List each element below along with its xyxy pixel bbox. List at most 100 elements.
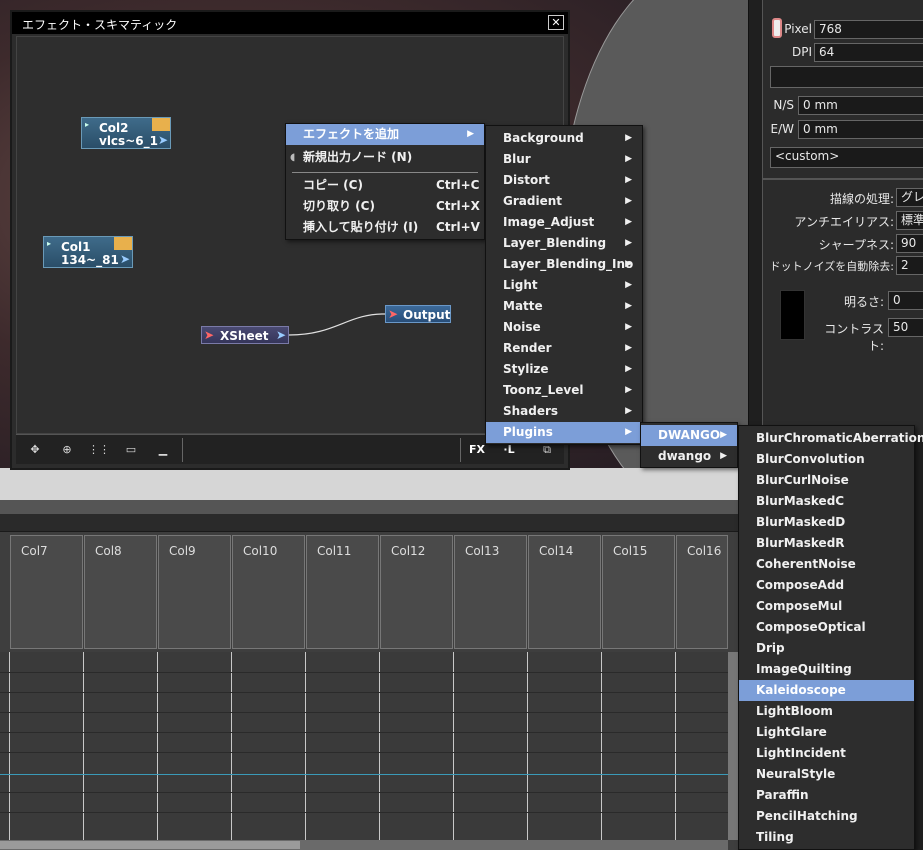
menu-item-render[interactable]: Render ▶ [486, 338, 642, 359]
close-icon[interactable]: ✕ [548, 15, 564, 30]
xsheet-horizontal-scrollbar[interactable] [0, 840, 728, 850]
dot-noise-field[interactable]: 2 [896, 256, 923, 275]
menu-item-effect[interactable]: BlurChromaticAberration [739, 428, 923, 449]
column-header[interactable]: Col7 [10, 535, 83, 649]
menu-item-effect[interactable]: ComposeOptical [739, 617, 914, 638]
column-header[interactable]: Col14 [528, 535, 601, 649]
menu-item-effect[interactable]: Paraffin [739, 785, 914, 806]
column-header[interactable]: Col16 [676, 535, 728, 649]
column-node-col2[interactable]: ▸ Col2 vlcs~6_1 ➤ [81, 117, 171, 149]
submenu-arrow-icon: ▶ [625, 406, 632, 416]
normal-size-icon[interactable]: ▭ [120, 441, 142, 459]
input-port-icon[interactable]: ➤ [388, 307, 398, 321]
menu-item-image-adjust[interactable]: Image_Adjust ▶ [486, 212, 642, 233]
menu-item-stylize[interactable]: Stylize ▶ [486, 359, 642, 380]
menu-item-matte[interactable]: Matte ▶ [486, 296, 642, 317]
xsheet-panel: Col7 Col8 Col9 Col10 Col11 Col12 Col13 C… [0, 500, 748, 850]
column-header[interactable]: Col10 [232, 535, 305, 649]
column-header[interactable]: Col11 [306, 535, 379, 649]
menu-item-effect[interactable]: LightBloom [739, 701, 914, 722]
menu-item-layer-blending-ino[interactable]: Layer_Blending_Ino ▶ [486, 254, 642, 275]
submenu-arrow-icon: ▶ [720, 451, 727, 461]
menu-item-paste-insert[interactable]: 挿入して貼り付け (I) Ctrl+V [286, 217, 484, 238]
menu-separator [292, 172, 478, 173]
menu-item-effect[interactable]: BlurConvolution [739, 449, 914, 470]
menu-item-cut[interactable]: 切り取り (C) Ctrl+X [286, 196, 484, 217]
menu-item-label: Layer_Blending [503, 236, 607, 250]
menu-item-background[interactable]: Background ▶ [486, 128, 642, 149]
menu-item-effect[interactable]: CoherentNoise [739, 554, 914, 575]
menu-item-plugins[interactable]: Plugins ▶ [486, 422, 642, 443]
scrollbar-thumb[interactable] [0, 841, 300, 849]
fit-to-window-icon[interactable]: ✥ [24, 441, 46, 459]
toolbar-divider [182, 438, 183, 462]
pixel-label: Pixel [784, 22, 812, 36]
menu-item-light[interactable]: Light ▶ [486, 275, 642, 296]
output-port-icon[interactable]: ➤ [158, 133, 168, 147]
menu-item-toonz-level[interactable]: Toonz_Level ▶ [486, 380, 642, 401]
menu-item-effect[interactable]: BlurMaskedD [739, 512, 914, 533]
menu-item-effect[interactable]: NeuralStyle [739, 764, 914, 785]
menu-item-shaders[interactable]: Shaders ▶ [486, 401, 642, 422]
menu-item-blur[interactable]: Blur ▶ [486, 149, 642, 170]
sharpness-field[interactable]: 90 [896, 234, 923, 253]
menu-item-layer-blending[interactable]: Layer_Blending ▶ [486, 233, 642, 254]
menu-item-effect[interactable]: LightGlare [739, 722, 914, 743]
menu-item-effect[interactable]: BlurMaskedR [739, 533, 914, 554]
plugins-menu: DWANGO ▶ dwango ▶ [640, 422, 738, 468]
column-header[interactable]: Col12 [380, 535, 453, 649]
menu-item-effect[interactable]: Tiling [739, 827, 914, 848]
menu-item-new-output[interactable]: ◖ 新規出力ノード (N) [286, 147, 484, 168]
row-divider [0, 812, 728, 813]
pixel-field[interactable]: 768 [814, 20, 923, 39]
dpi-field[interactable]: 64 [814, 43, 923, 62]
output-port-icon[interactable]: ➤ [120, 252, 130, 266]
menu-item-effect[interactable]: Drip [739, 638, 914, 659]
menu-item-copy[interactable]: コピー (C) Ctrl+C [286, 175, 484, 196]
output-node[interactable]: ➤ Output [385, 305, 451, 323]
input-port-icon[interactable]: ➤ [204, 328, 214, 342]
menu-item-effect[interactable]: ComposeAdd [739, 575, 914, 596]
menu-item-label: エフェクトを追加 [303, 127, 400, 141]
output-node-icon: ◖ [290, 152, 296, 163]
output-port-icon[interactable]: ➤ [276, 328, 286, 342]
minimize-nodes-icon[interactable]: ▁ [152, 441, 174, 459]
menu-item-effect[interactable]: BlurCurlNoise [739, 470, 914, 491]
antialias-dropdown[interactable]: 標準 [896, 211, 923, 230]
menu-item-distort[interactable]: Distort ▶ [486, 170, 642, 191]
menu-item-effect[interactable]: LightIncident [739, 743, 914, 764]
column-header[interactable]: Col15 [602, 535, 675, 649]
reorder-nodes-icon[interactable]: ⋮⋮ [88, 441, 110, 459]
ns-field[interactable]: 0 mm [798, 96, 923, 115]
render-toggle-icon[interactable] [152, 118, 170, 131]
menu-item-dwango-lower[interactable]: dwango ▶ [641, 446, 737, 467]
menu-item-effect[interactable]: BlurMaskedC [739, 491, 914, 512]
submenu-arrow-icon: ▶ [467, 129, 474, 139]
render-toggle-icon[interactable] [114, 237, 132, 250]
column-header[interactable]: Col8 [84, 535, 157, 649]
menu-item-effect[interactable]: ImageQuilting [739, 659, 914, 680]
background-band [0, 468, 760, 500]
menu-item-effect-selected[interactable]: Kaleidoscope [739, 680, 914, 701]
menu-item-label: DWANGO [658, 428, 721, 442]
xsheet-cells[interactable] [0, 652, 728, 840]
column-node-col1[interactable]: ▸ Col1 134~_81 ➤ [43, 236, 133, 268]
menu-item-label: Image_Adjust [503, 215, 595, 229]
column-header[interactable]: Col13 [454, 535, 527, 649]
menu-item-noise[interactable]: Noise ▶ [486, 317, 642, 338]
menu-item-add-effect[interactable]: エフェクトを追加 ▶ [286, 124, 484, 145]
menu-item-dwango-upper[interactable]: DWANGO ▶ [641, 425, 737, 446]
focus-current-icon[interactable]: ⊕ [56, 441, 78, 459]
column-header[interactable]: Col9 [158, 535, 231, 649]
menu-item-effect[interactable]: ComposeMul [739, 596, 914, 617]
preset-dropdown[interactable]: <custom> [770, 147, 923, 168]
ew-field[interactable]: 0 mm [798, 120, 923, 139]
xsheet-vertical-scrollbar[interactable] [728, 652, 738, 840]
menu-item-gradient[interactable]: Gradient ▶ [486, 191, 642, 212]
line-process-dropdown[interactable]: グレ [896, 188, 923, 207]
brightness-field[interactable]: 0 [888, 291, 923, 310]
xsheet-node[interactable]: ➤ XSheet ➤ [201, 326, 289, 344]
menu-item-effect[interactable]: PencilHatching [739, 806, 914, 827]
empty-field[interactable] [770, 66, 923, 88]
contrast-field[interactable]: 50 [888, 318, 923, 337]
